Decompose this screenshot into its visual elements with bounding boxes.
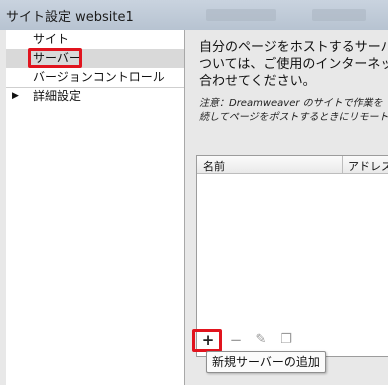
title-bar: サイト設定 website1 xyxy=(0,0,388,31)
server-settings-panel: 自分のページをホストするサーバー ついては、ご使用のインターネット 合わせてくだ… xyxy=(185,30,388,385)
category-sidebar: サイト サーバー バージョンコントロール ▶ 詳細設定 xyxy=(6,30,185,385)
window-title: サイト設定 website1 xyxy=(6,10,134,25)
title-bar-blurred-area xyxy=(206,9,276,21)
column-divider[interactable] xyxy=(342,156,343,173)
sidebar-item-label: バージョンコントロール xyxy=(33,70,165,84)
description-line: ついては、ご使用のインターネット xyxy=(199,57,388,72)
triangle-right-icon[interactable]: ▶ xyxy=(12,87,19,106)
edit-server-button[interactable]: ✎ xyxy=(251,331,271,349)
add-server-tooltip: 新規サーバーの追加 xyxy=(206,351,326,373)
note-text: 注意：Dreamweaver のサイトで作業を 続してページをポストするときにリ… xyxy=(199,97,388,125)
sidebar-item-label: サイト xyxy=(33,32,70,46)
column-header-name[interactable]: 名前 xyxy=(203,158,225,174)
note-line: 注意：Dreamweaver のサイトで作業を xyxy=(199,98,383,109)
description-line: 合わせてください。 xyxy=(199,74,316,89)
description-line: 自分のページをホストするサーバー xyxy=(199,40,388,55)
note-line: 続してページをポストするときにリモートサ xyxy=(199,112,388,123)
duplicate-server-button[interactable]: ❐ xyxy=(276,331,296,349)
sidebar-item-label: 詳細設定 xyxy=(33,89,82,103)
server-list-table[interactable]: 名前 アドレス xyxy=(196,155,388,357)
column-header-address[interactable]: アドレス xyxy=(348,158,388,174)
sidebar-item-server[interactable]: サーバー xyxy=(6,48,184,68)
sidebar-item-advanced[interactable]: ▶ 詳細設定 xyxy=(6,87,184,106)
pencil-icon: ✎ xyxy=(255,332,267,347)
remove-server-button[interactable]: − xyxy=(226,331,246,349)
sidebar-item-site[interactable]: サイト xyxy=(6,30,184,49)
title-bar-blurred-area xyxy=(312,9,366,21)
description-text: 自分のページをホストするサーバー ついては、ご使用のインターネット 合わせてくだ… xyxy=(199,39,388,90)
sidebar-item-version-control[interactable]: バージョンコントロール xyxy=(6,68,184,88)
add-server-button[interactable]: + xyxy=(198,331,218,349)
table-header: 名前 アドレス xyxy=(197,156,388,174)
duplicate-icon: ❐ xyxy=(280,332,292,347)
highlight-box xyxy=(28,48,82,68)
minus-icon: − xyxy=(229,331,243,349)
plus-icon: + xyxy=(201,331,215,349)
